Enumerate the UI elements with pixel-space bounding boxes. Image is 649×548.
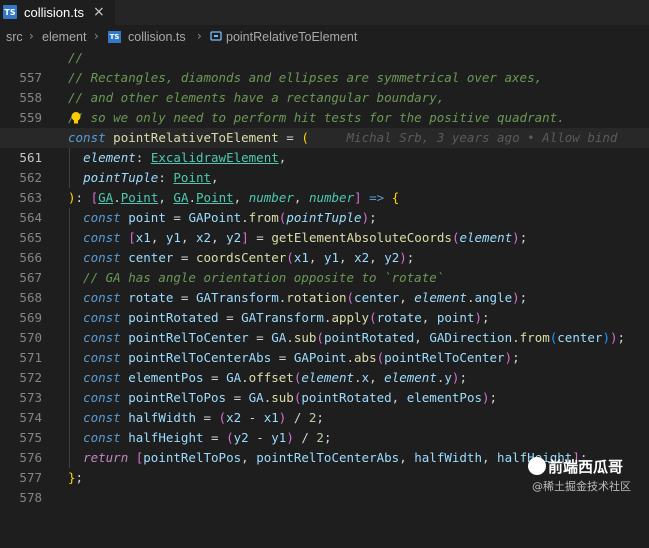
comment-text: // GA has angle orientation opposite to … <box>68 270 445 285</box>
code-line: 563 pointTuple: Point, <box>0 168 649 205</box>
tab-bar: TS collision.ts × <box>0 0 649 25</box>
line-code: return [pointRelToPos, pointRelToCenterA… <box>83 450 588 465</box>
code-line: 566 const [x1, y1, x2, y2] = getElementA… <box>0 228 649 265</box>
line-code: ): [GA.Point, GA.Point, number, number] … <box>68 190 400 205</box>
breadcrumb-item-symbol[interactable]: pointRelativeToElement <box>226 30 357 44</box>
watermark: 前端西瓜哥 @稀土掘金技术社区 <box>520 452 649 495</box>
line-code: const pointRotated = GATransform.apply(r… <box>83 310 490 325</box>
line-code: const pointRelToPos = GA.sub(pointRotate… <box>83 390 498 405</box>
code-line-current: 561 const pointRelativeToElement = ( Mic… <box>0 128 649 165</box>
typescript-file-icon: TS <box>3 5 17 19</box>
breadcrumb-item-file[interactable]: collision.ts <box>128 30 186 44</box>
lightbulb-icon[interactable] <box>69 111 83 125</box>
watermark-subtitle: @稀土掘金技术社区 <box>532 480 631 493</box>
code-line: 567 const center = coordsCenter(x1, y1, … <box>0 248 649 285</box>
code-line: 562 element: ExcalidrawElement, <box>0 148 649 185</box>
code-line: 572 const pointRelToCenterAbs = GAPoint.… <box>0 348 649 385</box>
comment-text: // and other elements have a rectangular… <box>68 90 445 105</box>
line-code: const point = GAPoint.from(pointTuple); <box>83 210 377 225</box>
code-line: 575 const halfWidth = (x2 - x1) / 2; <box>0 408 649 445</box>
line-code: const rotate = GATransform.rotation(cent… <box>83 290 528 305</box>
code-line: 573 const elementPos = GA.offset(element… <box>0 368 649 405</box>
git-blame-annotation: Michal Srb, 3 years ago • Allow bind <box>346 130 618 145</box>
tab-label: collision.ts <box>24 5 84 20</box>
code-line: 558 // Rectangles, diamonds and ellipses… <box>0 68 649 105</box>
code-line: 570 const pointRotated = GATransform.app… <box>0 308 649 345</box>
line-code: // <box>68 50 84 65</box>
breadcrumb: src › element › TS collision.ts › pointR… <box>0 26 649 48</box>
line-number: 578 <box>19 490 42 505</box>
watermark-title: 前端西瓜哥 <box>548 458 624 476</box>
code-line: 568 // GA has angle orientation opposite… <box>0 268 649 305</box>
breadcrumb-item-src[interactable]: src <box>6 30 23 44</box>
breadcrumb-item-element[interactable]: element <box>42 30 86 44</box>
code-line: 564 ): [GA.Point, GA.Point, number, numb… <box>0 188 649 225</box>
tab-collision-ts[interactable]: TS collision.ts × <box>0 0 115 25</box>
indent-guide <box>69 208 70 468</box>
code-editor[interactable]: 557 // 558 // Rectangles, diamonds and e… <box>0 48 649 505</box>
code-line: 560 // so we only need to perform hit te… <box>0 108 649 145</box>
chevron-right-icon: › <box>197 29 202 43</box>
chevron-right-icon: › <box>94 29 99 43</box>
line-code: const pointRelToCenter = GA.sub(pointRot… <box>83 330 626 345</box>
comment-text: // Rectangles, diamonds and ellipses are… <box>68 70 543 85</box>
line-code: const center = coordsCenter(x1, y1, x2, … <box>83 250 415 265</box>
line-code: const pointRelativeToElement = ( Michal … <box>68 130 618 145</box>
line-code: element: ExcalidrawElement, <box>83 150 287 165</box>
chevron-right-icon: › <box>29 29 34 43</box>
comment-text: // so we only need to perform hit tests … <box>68 110 565 125</box>
indent-guide <box>69 148 70 188</box>
wechat-logo-icon <box>528 457 546 475</box>
line-code: }; <box>68 470 84 485</box>
line-code: const halfWidth = (x2 - x1) / 2; <box>83 410 324 425</box>
line-code: const elementPos = GA.offset(element.x, … <box>83 370 467 385</box>
code-line: 565 const point = GAPoint.from(pointTupl… <box>0 208 649 245</box>
line-code: const halfHeight = (y2 - y1) / 2; <box>83 430 332 445</box>
code-line: 571 const pointRelToCenter = GA.sub(poin… <box>0 328 649 365</box>
code-line: 559 // and other elements have a rectang… <box>0 88 649 125</box>
line-code: const pointRelToCenterAbs = GAPoint.abs(… <box>83 350 520 365</box>
code-line: 574 const pointRelToPos = GA.sub(pointRo… <box>0 388 649 425</box>
close-icon[interactable]: × <box>93 0 105 25</box>
code-line: 576 const halfHeight = (y2 - y1) / 2; <box>0 428 649 465</box>
typescript-file-icon: TS <box>108 31 121 43</box>
code-line: 557 // <box>0 48 649 85</box>
code-line: 569 const rotate = GATransform.rotation(… <box>0 288 649 325</box>
line-code: const [x1, y1, x2, y2] = getElementAbsol… <box>83 230 528 245</box>
symbol-variable-icon <box>210 31 222 41</box>
line-code: pointTuple: Point, <box>83 170 219 185</box>
